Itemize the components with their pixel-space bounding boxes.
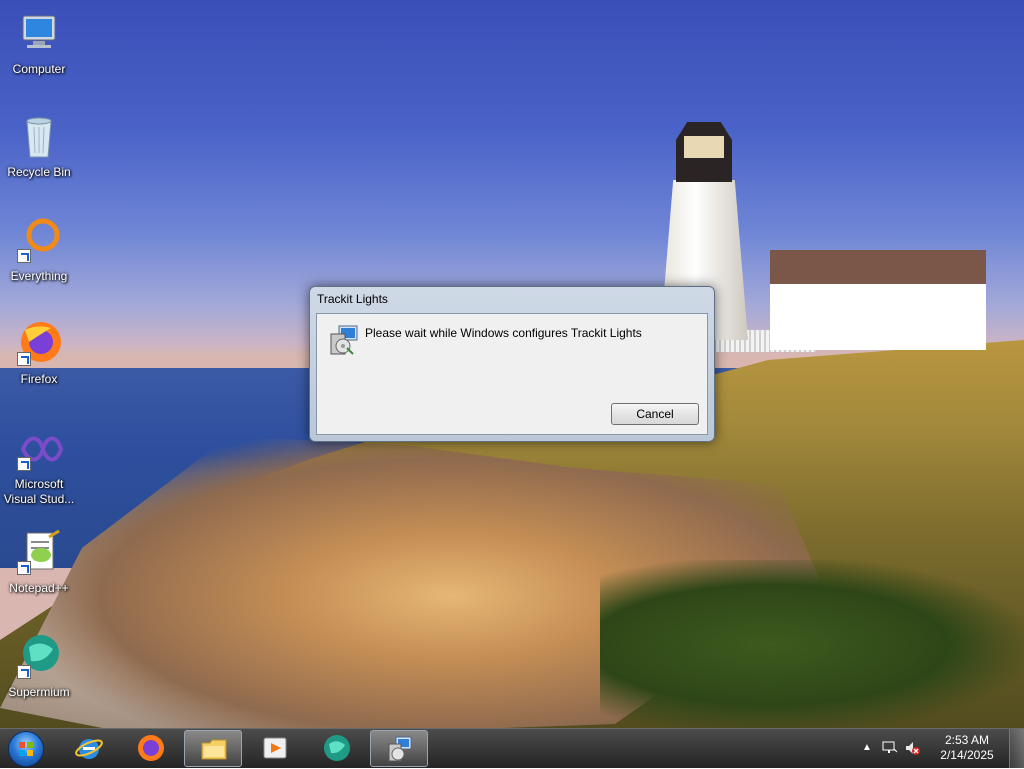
desktop-icon-supermium[interactable]: Supermium	[1, 633, 77, 700]
recycle-bin-icon	[15, 113, 63, 161]
volume-muted-icon[interactable]	[904, 740, 920, 756]
clock-time: 2:53 AM	[944, 733, 990, 747]
dialog-client-area: Please wait while Windows configures Tra…	[316, 313, 708, 435]
desktop-icon-recycle-bin[interactable]: Recycle Bin	[1, 113, 77, 180]
visual-studio-icon	[15, 425, 64, 473]
dialog-message: Please wait while Windows configures Tra…	[365, 326, 642, 340]
desktop-icon-label: Everything	[10, 269, 68, 283]
everything-icon	[15, 217, 63, 265]
taskbar: ▲ 2:53 AM 2/14/2025	[0, 728, 1024, 768]
wallpaper-bushes	[600, 560, 1024, 728]
supermium-icon	[323, 734, 351, 762]
action-center-icon[interactable]	[882, 741, 898, 755]
desktop-icon-label: Recycle Bin	[7, 165, 71, 179]
installer-icon	[386, 735, 414, 763]
taskbar-supermium[interactable]	[308, 730, 366, 767]
dialog-title: Trackit Lights	[317, 292, 388, 306]
internet-explorer-icon	[75, 734, 103, 762]
file-explorer-icon	[200, 735, 228, 763]
dialog-titlebar[interactable]: Trackit Lights	[310, 287, 714, 311]
wallpaper-lighthouse-glass	[684, 136, 724, 158]
taskbar-installer[interactable]	[370, 730, 428, 767]
clock-date: 2/14/2025	[940, 748, 994, 762]
show-hidden-icons-icon[interactable]: ▲	[862, 742, 872, 753]
taskbar-file-explorer[interactable]	[184, 730, 242, 767]
taskbar-media-player[interactable]	[246, 730, 304, 767]
wallpaper-house	[770, 250, 986, 350]
desktop-icon-label: Computer	[12, 62, 66, 76]
clock[interactable]: 2:53 AM 2/14/2025	[932, 733, 1002, 763]
firefox-icon	[15, 320, 63, 368]
system-tray: ▲ 2:53 AM 2/14/2025	[854, 729, 1024, 769]
firefox-icon	[137, 734, 165, 762]
desktop-icon-label: Notepad++	[9, 581, 69, 595]
desktop-icon-visual-studio[interactable]: Microsoft Visual Stud...	[1, 425, 77, 507]
shortcut-arrow-icon	[17, 665, 31, 679]
installer-icon	[329, 324, 361, 356]
taskbar-internet-explorer[interactable]	[60, 730, 118, 767]
desktop-icon-firefox[interactable]: Firefox	[1, 320, 77, 387]
desktop-icon-label: Microsoft Visual Stud...	[3, 477, 75, 506]
taskbar-firefox[interactable]	[122, 730, 180, 767]
supermium-icon	[15, 633, 63, 681]
shortcut-arrow-icon	[17, 352, 31, 366]
shortcut-arrow-icon	[17, 457, 31, 471]
desktop-icon-label: Supermium	[8, 685, 70, 699]
media-player-icon	[261, 734, 289, 762]
desktop-icon-computer[interactable]: Computer	[1, 10, 77, 77]
notepadpp-icon	[15, 529, 63, 577]
desktop-icon-everything[interactable]: Everything	[1, 217, 77, 284]
desktop-icon-label: Firefox	[20, 372, 58, 386]
cancel-button[interactable]: Cancel	[611, 403, 699, 425]
start-button[interactable]	[4, 730, 48, 768]
computer-icon	[15, 10, 63, 58]
shortcut-arrow-icon	[17, 561, 31, 575]
desktop-icon-notepadpp[interactable]: Notepad++	[1, 529, 77, 596]
show-desktop-button[interactable]	[1009, 729, 1024, 768]
shortcut-arrow-icon	[17, 249, 31, 263]
windows-start-icon	[8, 731, 44, 767]
installer-dialog[interactable]: Trackit Lights Please wait while Windows…	[309, 286, 715, 442]
